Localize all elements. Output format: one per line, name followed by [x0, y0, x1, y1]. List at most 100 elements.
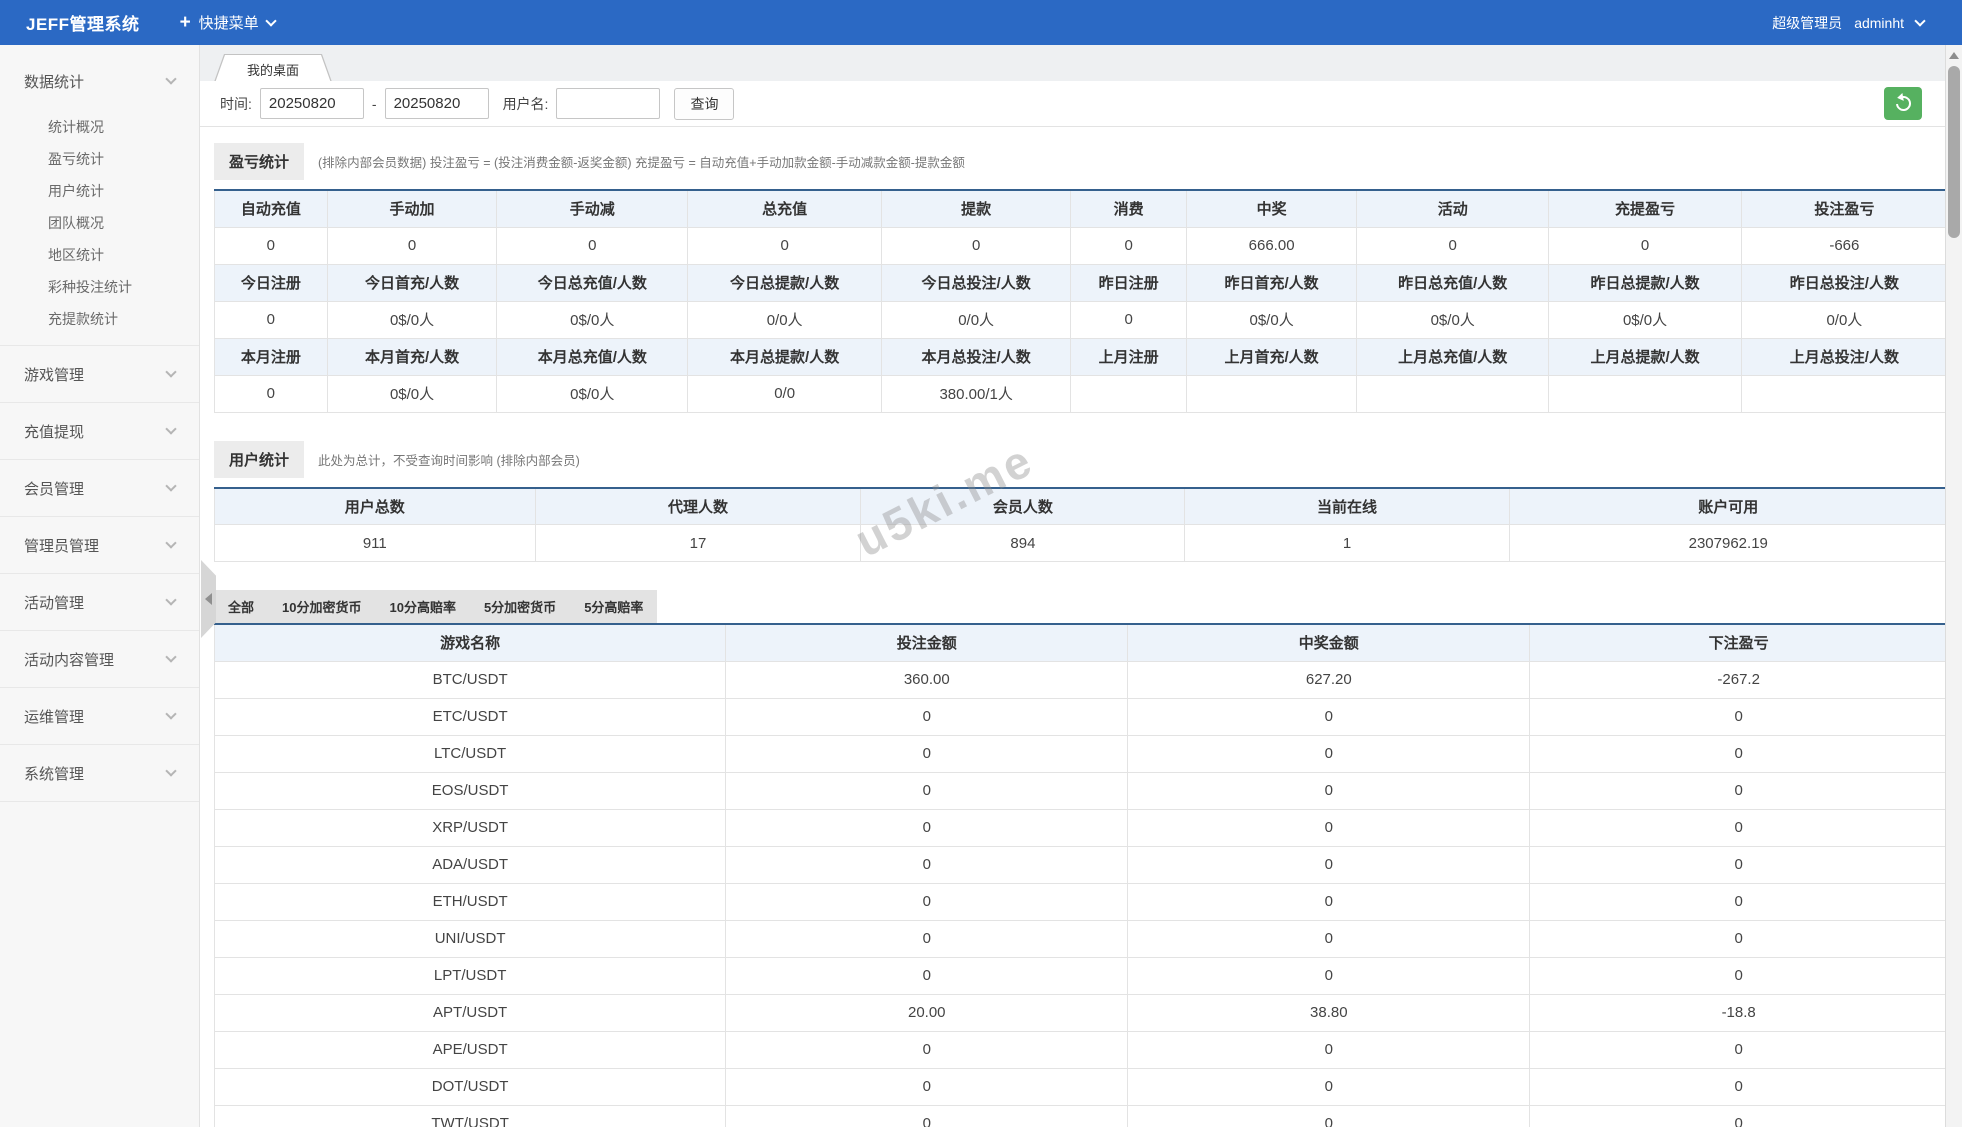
- user-value-cell: 17: [535, 525, 861, 562]
- profit-value-cell: 0: [688, 227, 882, 264]
- profit-value-cell: 0$/0人: [1357, 301, 1549, 338]
- user-header-cell: 用户总数: [215, 488, 536, 525]
- game-tab-crypto-5min[interactable]: 5分加密货币: [470, 590, 570, 623]
- sidebar-section-game-management: 游戏管理: [0, 346, 199, 403]
- game-tab-high-odds-10min[interactable]: 10分高赔率: [375, 590, 469, 623]
- username-input[interactable]: [556, 88, 660, 119]
- refresh-button[interactable]: [1884, 87, 1922, 120]
- time-to-input[interactable]: [385, 88, 489, 119]
- time-label: 时间:: [220, 94, 252, 114]
- sidebar-item-lottery-bet-stats[interactable]: 彩种投注统计: [0, 271, 199, 303]
- profit-header-cell: 投注盈亏: [1741, 190, 1947, 227]
- game-cell: UNI/USDT: [215, 920, 726, 957]
- user-section-header: 用户统计 此处为总计，不受查询时间影响 (排除内部会员): [214, 441, 1948, 478]
- profit-header-cell: 总充值: [688, 190, 882, 227]
- game-row: LTC/USDT000: [215, 735, 1948, 772]
- profit-header-cell: 昨日总提款/人数: [1549, 264, 1741, 301]
- profit-value-cell: 0$/0人: [497, 301, 688, 338]
- vertical-scrollbar[interactable]: [1945, 45, 1962, 1127]
- profit-value-cell: 0: [215, 227, 328, 264]
- sidebar-item-region-stats[interactable]: 地区统计: [0, 239, 199, 271]
- profit-header-cell: 上月总充值/人数: [1357, 338, 1549, 375]
- topbar: JEFF管理系统 + 快捷菜单 超级管理员 adminht: [0, 0, 1962, 45]
- profit-value-row: 00$/0人0$/0人0/0人0/0人00$/0人0$/0人0$/0人0/0人: [215, 301, 1948, 338]
- game-cell: -267.2: [1530, 661, 1948, 698]
- sidebar-item-deposit-withdraw-stats[interactable]: 充提款统计: [0, 303, 199, 335]
- sidebar-item-team-overview[interactable]: 团队概况: [0, 207, 199, 239]
- sidebar-section-toggle-ops-management[interactable]: 运维管理: [0, 688, 199, 744]
- game-cell: 0: [1530, 735, 1948, 772]
- profit-header-cell: 活动: [1357, 190, 1549, 227]
- profit-header-cell: 上月首充/人数: [1187, 338, 1357, 375]
- game-tab-crypto-10min[interactable]: 10分加密货币: [268, 590, 375, 623]
- tab-my-desktop-label[interactable]: 我的桌面: [215, 55, 331, 83]
- tab-my-desktop[interactable]: 我的桌面: [214, 54, 332, 82]
- game-row: XRP/USDT000: [215, 809, 1948, 846]
- quick-menu-button[interactable]: + 快捷菜单: [180, 12, 275, 33]
- game-cell: 360.00: [726, 661, 1128, 698]
- sidebar-item-profit-stats[interactable]: 盈亏统计: [0, 143, 199, 175]
- game-cell: ADA/USDT: [215, 846, 726, 883]
- chevron-down-icon: [165, 73, 176, 84]
- profit-section-header: 盈亏统计 (排除内部会员数据) 投注盈亏 = (投注消费金额-返奖金额) 充提盈…: [214, 143, 1948, 180]
- filter-bar: 时间: - 用户名: 查询: [200, 81, 1962, 127]
- game-tab-high-odds-5min[interactable]: 5分高赔率: [570, 590, 657, 623]
- username-label: 用户名:: [503, 94, 549, 114]
- quick-menu-label: 快捷菜单: [199, 12, 259, 33]
- sidebar-section-toggle-activity-content-management[interactable]: 活动内容管理: [0, 631, 199, 687]
- game-cell: 0: [726, 1031, 1128, 1068]
- game-cell: 0: [1530, 1105, 1948, 1127]
- game-header-row: 游戏名称投注金额中奖金额下注盈亏: [215, 624, 1948, 661]
- profit-value-cell: 0$/0人: [327, 301, 497, 338]
- sidebar-section-toggle-recharge-withdraw[interactable]: 充值提现: [0, 403, 199, 459]
- game-row: TWT/USDT000: [215, 1105, 1948, 1127]
- scroll-up-icon[interactable]: [1949, 52, 1959, 59]
- account-menu[interactable]: 超级管理员 adminht: [1772, 13, 1962, 33]
- sidebar-section-toggle-member-management[interactable]: 会员管理: [0, 460, 199, 516]
- game-cell: ETH/USDT: [215, 883, 726, 920]
- game-cell: 0: [726, 1068, 1128, 1105]
- profit-section-note: (排除内部会员数据) 投注盈亏 = (投注消费金额-返奖金额) 充提盈亏 = 自…: [318, 152, 965, 180]
- game-cell: ETC/USDT: [215, 698, 726, 735]
- profit-value-cell: 0/0人: [688, 301, 882, 338]
- profit-header-cell: 提款: [882, 190, 1071, 227]
- sidebar-section-toggle-data-stats[interactable]: 数据统计: [0, 53, 199, 109]
- game-cell: APE/USDT: [215, 1031, 726, 1068]
- profit-header-cell: 本月总提款/人数: [688, 338, 882, 375]
- chevron-down-icon: [1914, 15, 1925, 26]
- query-button[interactable]: 查询: [674, 88, 734, 120]
- sidebar-section-toggle-game-management[interactable]: 游戏管理: [0, 346, 199, 402]
- profit-header-cell: 手动减: [497, 190, 688, 227]
- profit-value-cell: 0$/0人: [327, 375, 497, 412]
- game-cell: EOS/USDT: [215, 772, 726, 809]
- sidebar-section-activity-content-management: 活动内容管理: [0, 631, 199, 688]
- profit-value-cell: 0/0: [688, 375, 882, 412]
- collapse-left-icon: [205, 593, 212, 605]
- sidebar-section-label: 数据统计: [24, 71, 84, 92]
- sidebar-section-toggle-admin-management[interactable]: 管理员管理: [0, 517, 199, 573]
- game-tab-all[interactable]: 全部: [214, 590, 268, 623]
- chevron-down-icon: [165, 366, 176, 377]
- refresh-icon: [1892, 93, 1913, 114]
- game-cell: LPT/USDT: [215, 957, 726, 994]
- game-header-cell: 游戏名称: [215, 624, 726, 661]
- sidebar-item-user-stats[interactable]: 用户统计: [0, 175, 199, 207]
- game-cell: 0: [1128, 883, 1530, 920]
- game-cell: 0: [1530, 1068, 1948, 1105]
- chevron-down-icon: [165, 537, 176, 548]
- chevron-down-icon: [165, 708, 176, 719]
- game-cell: 0: [1530, 883, 1948, 920]
- sidebar-section-toggle-activity-management[interactable]: 活动管理: [0, 574, 199, 630]
- game-cell: 0: [726, 735, 1128, 772]
- game-table: 游戏名称投注金额中奖金额下注盈亏BTC/USDT360.00627.20-267…: [214, 623, 1948, 1127]
- time-from-input[interactable]: [260, 88, 364, 119]
- scrollbar-thumb[interactable]: [1948, 66, 1960, 238]
- user-value-cell: 911: [215, 525, 536, 562]
- sidebar-item-stats-overview[interactable]: 统计概况: [0, 111, 199, 143]
- sidebar-section-activity-management: 活动管理: [0, 574, 199, 631]
- tab-strip: 我的桌面: [200, 54, 1962, 81]
- sidebar-section-label: 系统管理: [24, 763, 84, 784]
- profit-value-cell: [1357, 375, 1549, 412]
- game-cell: -18.8: [1530, 994, 1948, 1031]
- sidebar-section-toggle-system-management[interactable]: 系统管理: [0, 745, 199, 801]
